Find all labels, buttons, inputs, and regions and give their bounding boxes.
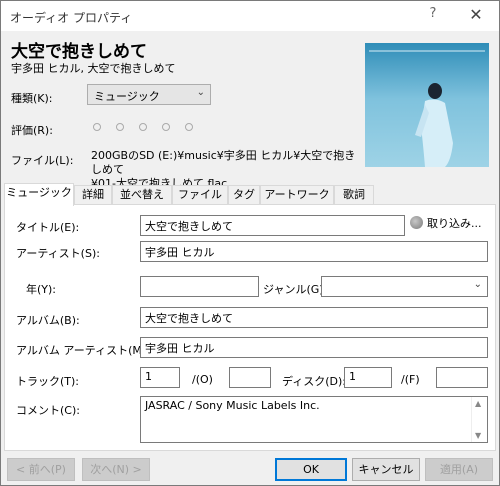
rating-dot-5[interactable] (185, 123, 193, 131)
album-artist-field[interactable]: 宇多田 ヒカル (140, 337, 488, 358)
rating-dot-2[interactable] (116, 123, 124, 131)
file-path-line-1: 200GBのSD (E:)¥music¥宇多田 ヒカル¥大空で抱きしめて (91, 149, 356, 176)
disc-of-label: /(F) (401, 373, 420, 386)
track-title-heading: 大空で抱きしめて (11, 42, 147, 62)
artist-field-label: アーティスト(S): (16, 247, 100, 260)
album-field-label: アルバム(B): (16, 314, 80, 327)
rating-dot-3[interactable] (139, 123, 147, 131)
album-artist-field-label: アルバム アーティスト(M): (16, 344, 150, 357)
tab-sort[interactable]: 並べ替え (112, 185, 172, 205)
title-field[interactable]: 大空で抱きしめて (140, 215, 405, 236)
track-of-label: /(O) (192, 373, 213, 386)
chevron-down-icon: ⌄ (196, 87, 205, 98)
chevron-down-icon: ⌄ (473, 279, 482, 290)
genre-field-label: ジャンル(G) (263, 283, 324, 296)
comment-field-label: コメント(C): (16, 404, 80, 417)
disc-number-field[interactable]: 1 (344, 367, 392, 388)
window-title: オーディオ プロパティ (10, 11, 133, 25)
title-field-label: タイトル(E): (16, 221, 80, 234)
globe-icon (410, 216, 423, 229)
track-subtitle: 宇多田 ヒカル, 大空で抱きしめて (11, 62, 176, 75)
kind-select-value: ミュージック (94, 90, 160, 103)
tab-music[interactable]: ミュージック (4, 183, 74, 206)
rating-dot-1[interactable] (93, 123, 101, 131)
year-field-label: 年(Y): (26, 283, 57, 296)
comment-text: JASRAC / Sony Music Labels Inc. (145, 399, 320, 412)
track-number-field[interactable]: 1 (140, 367, 180, 388)
audio-properties-dialog: オーディオ プロパティ ? ✕ 大空で抱きしめて 宇多田 ヒカル, 大空で抱きし… (0, 0, 500, 486)
album-artwork (365, 43, 489, 167)
genre-combobox[interactable]: ⌄ (321, 276, 488, 297)
fetch-button[interactable]: 取り込み... (410, 215, 482, 231)
kind-label: 種類(K): (11, 92, 53, 105)
track-field-label: トラック(T): (16, 375, 80, 388)
tab-details[interactable]: 詳細 (74, 185, 112, 205)
rating-dot-4[interactable] (162, 123, 170, 131)
help-button[interactable]: ? (421, 6, 445, 26)
tab-artwork[interactable]: アートワーク (260, 185, 334, 205)
track-total-field[interactable] (229, 367, 271, 388)
artist-field[interactable]: 宇多田 ヒカル (140, 241, 488, 262)
scroll-down-icon[interactable]: ▼ (475, 431, 481, 440)
apply-button[interactable]: 適用(A) (425, 458, 493, 481)
kind-select[interactable]: ミュージック ⌄ (87, 84, 211, 105)
fetch-button-label: 取り込み... (427, 217, 482, 230)
album-field[interactable]: 大空で抱きしめて (140, 307, 488, 328)
disc-field-label: ディスク(D): (282, 375, 346, 388)
cancel-button[interactable]: キャンセル (352, 458, 420, 481)
year-field[interactable] (140, 276, 259, 297)
next-button[interactable]: 次へ(N) > (82, 458, 150, 481)
tab-tags[interactable]: タグ (228, 185, 260, 205)
file-label: ファイル(L): (11, 154, 74, 167)
rating-stars[interactable] (93, 121, 208, 134)
comment-textarea[interactable]: JASRAC / Sony Music Labels Inc. ▲ ▼ (140, 396, 488, 443)
previous-button[interactable]: < 前へ(P) (7, 458, 75, 481)
tab-lyrics[interactable]: 歌詞 (334, 185, 374, 205)
title-bar: オーディオ プロパティ ? ✕ (1, 1, 499, 31)
rating-label: 評価(R): (11, 124, 53, 137)
disc-total-field[interactable] (436, 367, 488, 388)
comment-scrollbar[interactable]: ▲ ▼ (471, 397, 487, 442)
scroll-up-icon[interactable]: ▲ (475, 399, 481, 408)
album-artwork-image (365, 43, 489, 167)
close-button[interactable]: ✕ (461, 5, 491, 27)
ok-button[interactable]: OK (275, 458, 347, 481)
tab-file[interactable]: ファイル (172, 185, 228, 205)
